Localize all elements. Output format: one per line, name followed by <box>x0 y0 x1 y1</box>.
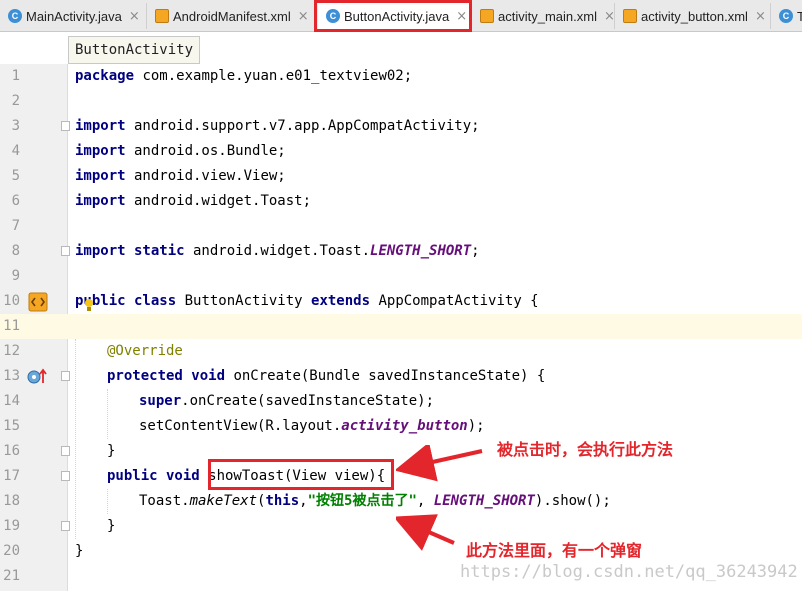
lightbulb-icon[interactable] <box>84 298 94 314</box>
tab-label: MainActivity.java <box>26 8 122 24</box>
line-number: 7 <box>11 218 20 234</box>
fold-marker[interactable] <box>61 246 70 256</box>
layout-file-icon[interactable] <box>28 292 48 312</box>
close-icon[interactable]: × <box>755 9 766 24</box>
code-text: import android.view.View; <box>75 168 286 184</box>
indent-guide <box>107 389 108 439</box>
indent-guide <box>107 489 108 514</box>
line-number: 21 <box>3 568 20 584</box>
line-number: 20 <box>3 543 20 559</box>
tab-label: activity_button.xml <box>641 8 748 24</box>
line-number: 11 <box>3 318 20 334</box>
code-line-10: 10 public class ButtonActivity extends A… <box>0 289 802 314</box>
line-number: 18 <box>3 493 20 509</box>
code-text: package com.example.yuan.e01_textview02; <box>75 68 413 84</box>
code-line-9: 9 <box>0 264 802 289</box>
active-tab-highlight-box <box>314 0 472 32</box>
fold-marker[interactable] <box>61 121 70 131</box>
code-text: setContentView(R.layout.activity_button)… <box>139 418 485 434</box>
code-text: import android.widget.Toast; <box>75 193 312 209</box>
code-line-3: 3 import android.support.v7.app.AppCompa… <box>0 114 802 139</box>
code-line-5: 5 import android.view.View; <box>0 164 802 189</box>
line-number: 15 <box>3 418 20 434</box>
code-text: import android.support.v7.app.AppCompatA… <box>75 118 480 134</box>
line-number: 13 <box>3 368 20 384</box>
watermark: https://blog.csdn.net/qq_36243942 <box>460 562 798 582</box>
line-number: 2 <box>11 93 20 109</box>
code-line-1: 1 package com.example.yuan.e01_textview0… <box>0 64 802 89</box>
tab-activity-button[interactable]: activity_button.xml × <box>615 3 771 29</box>
code-line-2: 2 <box>0 89 802 114</box>
callout-method-called: 被点击时，会执行此方法 <box>497 440 674 459</box>
line-number: 4 <box>11 143 20 159</box>
manifest-icon <box>155 9 169 23</box>
fold-marker[interactable] <box>61 521 70 531</box>
java-class-icon: C <box>8 9 22 23</box>
line-number: 8 <box>11 243 20 259</box>
code-line-15: 15 setContentView(R.layout.activity_butt… <box>0 414 802 439</box>
tab-label: AndroidManifest.xml <box>173 8 291 24</box>
layout-xml-icon <box>480 9 494 23</box>
code-line-6: 6 import android.widget.Toast; <box>0 189 802 214</box>
code-line-7: 7 <box>0 214 802 239</box>
code-line-8: 8 import static android.widget.Toast.LEN… <box>0 239 802 264</box>
indent-guide <box>75 339 76 539</box>
tab-android-manifest[interactable]: AndroidManifest.xml × <box>147 3 316 29</box>
close-icon[interactable]: × <box>298 9 309 24</box>
java-class-icon: C <box>779 9 793 23</box>
code-text: Toast.makeText(this,"按钮5被点击了", LENGTH_SH… <box>139 493 611 509</box>
code-line-13: 13 protected void onCreate(Bundle savedI… <box>0 364 802 389</box>
line-number: 9 <box>11 268 20 284</box>
fold-marker[interactable] <box>61 371 70 381</box>
override-method-icon[interactable] <box>26 367 50 387</box>
code-line-4: 4 import android.os.Bundle; <box>0 139 802 164</box>
line-number: 17 <box>3 468 20 484</box>
line-number: 5 <box>11 168 20 184</box>
line-number: 1 <box>11 68 20 84</box>
tab-main-activity[interactable]: C MainActivity.java × <box>0 3 147 29</box>
code-text: protected void onCreate(Bundle savedInst… <box>107 368 546 384</box>
tab-activity-main[interactable]: activity_main.xml × <box>472 3 615 29</box>
code-text: import android.os.Bundle; <box>75 143 286 159</box>
code-text: import static android.widget.Toast.LENGT… <box>75 243 480 259</box>
code-text: } <box>107 518 116 534</box>
line-number: 6 <box>11 193 20 209</box>
method-signature-highlight-box <box>208 459 394 490</box>
code-line-11: 11 <box>0 314 802 339</box>
close-icon[interactable]: × <box>129 9 140 24</box>
code-text: super.onCreate(savedInstanceState); <box>139 393 435 409</box>
close-icon[interactable]: × <box>604 9 614 24</box>
code-text: } <box>107 443 116 459</box>
line-number: 10 <box>3 293 20 309</box>
fold-marker[interactable] <box>61 471 70 481</box>
line-number: 19 <box>3 518 20 534</box>
code-text: } <box>75 543 84 559</box>
class-tooltip: ButtonActivity <box>68 36 201 64</box>
callout-popup: 此方法里面，有一个弹窗 <box>466 541 643 560</box>
fold-marker[interactable] <box>61 446 70 456</box>
code-line-14: 14 super.onCreate(savedInstanceState); <box>0 389 802 414</box>
layout-xml-icon <box>623 9 637 23</box>
line-number: 16 <box>3 443 20 459</box>
tab-overflow[interactable]: C T <box>771 3 802 29</box>
tab-label: T <box>797 8 802 24</box>
tab-label: activity_main.xml <box>498 8 597 24</box>
code-text: public class ButtonActivity extends AppC… <box>75 293 539 309</box>
code-line-12: 12 @Override <box>0 339 802 364</box>
line-number: 12 <box>3 343 20 359</box>
code-text: @Override <box>107 343 183 359</box>
line-number: 14 <box>3 393 20 409</box>
line-number: 3 <box>11 118 20 134</box>
